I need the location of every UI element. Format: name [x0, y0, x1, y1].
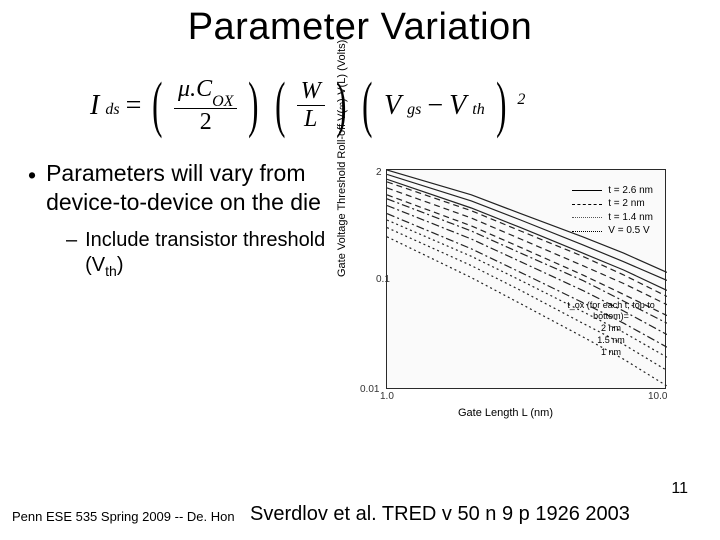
legend-label-0: t = 2.6 nm	[608, 184, 653, 198]
legend-label-2: t = 1.4 nm	[608, 211, 653, 225]
legend-row: t = 2 nm	[572, 197, 653, 211]
eq-lparen-1: (	[153, 87, 163, 124]
legend-line-dot-icon	[572, 231, 602, 232]
chart-inset-label: t_ox (for each t, top to bottom)= 2 nm 1…	[557, 300, 665, 358]
legend-row: V = 0.5 V	[572, 224, 653, 238]
footer-left: Penn ESE 535 Spring 2009 -- De. Hon	[12, 509, 235, 524]
eq-frac1-num-sub: OX	[212, 93, 233, 110]
eq-frac2-num: W	[297, 79, 325, 106]
bullet-2-text: Include transistor threshold (Vth)	[85, 228, 328, 281]
chart-ylabel: Gate Voltage Threshold Roll-off V(∞)-V(L…	[336, 39, 348, 276]
bullet-1-text: Parameters will vary from device-to-devi…	[46, 159, 328, 217]
chart-legend: t = 2.6 nm t = 2 nm t = 1.4 nm V = 0.5 V	[572, 184, 653, 238]
ids-equation: Ids = ( μ.COX 2 ) ( W L ) ( Vgs − Vth )2	[90, 77, 720, 135]
legend-row: t = 1.4 nm	[572, 211, 653, 225]
eq-minus: −	[427, 90, 443, 122]
bullet-dash-icon: –	[66, 228, 77, 281]
chart-xlabel: Gate Length L (nm)	[458, 407, 553, 419]
text-column: • Parameters will vary from device-to-de…	[28, 159, 328, 281]
inset-val-1: 1.5 nm	[557, 335, 665, 347]
x-tick: 10.0	[648, 391, 667, 402]
legend-label-3: V = 0.5 V	[608, 224, 649, 238]
eq-equals: =	[126, 90, 142, 122]
bullet-dot-icon: •	[28, 159, 36, 217]
eq-frac-1: μ.COX 2	[174, 77, 237, 135]
page-number: 11	[671, 480, 688, 498]
eq-lparen-3: (	[363, 87, 373, 124]
legend-line-dash-icon	[572, 204, 602, 205]
legend-label-1: t = 2 nm	[608, 197, 644, 211]
bullet-level-1: • Parameters will vary from device-to-de…	[28, 159, 328, 217]
eq-frac-2: W L	[297, 79, 325, 132]
inset-val-0: 2 nm	[557, 323, 665, 335]
inset-title: t_ox (for each t, top to bottom)=	[557, 300, 665, 323]
eq-vth-sub: th	[472, 101, 484, 119]
inset-val-2: 1 nm	[557, 347, 665, 359]
eq-rparen-3: )	[496, 87, 506, 124]
eq-lparen-2: (	[275, 87, 285, 124]
y-tick: 0.1	[376, 274, 390, 285]
body-row: • Parameters will vary from device-to-de…	[0, 153, 720, 429]
eq-frac1-den: 2	[196, 109, 216, 135]
chart-frame: t = 2.6 nm t = 2 nm t = 1.4 nm V = 0.5 V…	[386, 169, 666, 389]
rolloff-chart: Gate Voltage Threshold Roll-off V(∞)-V(L…	[338, 159, 698, 429]
eq-vth-v: V	[449, 90, 466, 122]
y-tick: 0.01	[360, 384, 379, 395]
legend-row: t = 2.6 nm	[572, 184, 653, 198]
eq-rparen-1: )	[249, 87, 259, 124]
eq-vgs-sub: gs	[407, 101, 421, 119]
eq-lhs-var: I	[90, 90, 99, 122]
eq-exponent: 2	[517, 91, 525, 109]
eq-frac2-den: L	[300, 106, 321, 132]
x-tick: 1.0	[380, 391, 394, 402]
y-tick: 2	[376, 167, 382, 178]
bullet-2-sub: th	[105, 263, 117, 279]
citation: Sverdlov et al. TRED v 50 n 9 p 1926 200…	[250, 503, 630, 526]
eq-frac1-num: μ.C	[178, 76, 212, 102]
bullet-level-2: – Include transistor threshold (Vth)	[66, 228, 328, 281]
eq-vgs-v: V	[384, 90, 401, 122]
slide-title: Parameter Variation	[0, 0, 720, 49]
bullet-2-post: )	[117, 254, 124, 276]
eq-lhs-sub: ds	[105, 101, 119, 119]
legend-line-solid-icon	[572, 190, 602, 191]
legend-line-dashdot-icon	[572, 217, 602, 218]
